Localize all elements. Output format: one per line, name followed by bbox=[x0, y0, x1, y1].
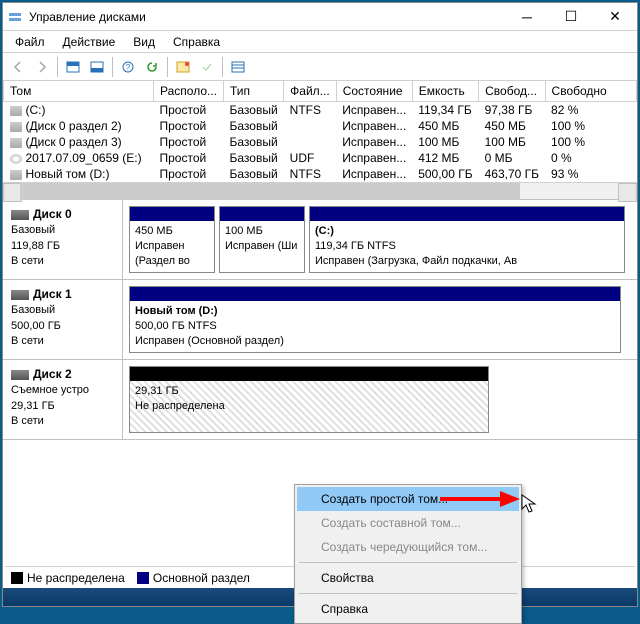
table-header: Том Располо... Тип Файл... Состояние Емк… bbox=[4, 81, 637, 102]
disk-info[interactable]: Диск 1Базовый500,00 ГБВ сети bbox=[3, 280, 123, 359]
toolbar: ? bbox=[3, 53, 637, 81]
menu-file[interactable]: Файл bbox=[7, 33, 53, 51]
col-layout[interactable]: Располо... bbox=[154, 81, 224, 102]
menu-help[interactable]: Справка bbox=[165, 33, 228, 51]
volume-hscrollbar[interactable] bbox=[3, 182, 637, 199]
legend-primary-icon bbox=[137, 572, 149, 584]
disk-row: Диск 0Базовый119,88 ГБВ сети450 МБИсправ… bbox=[3, 200, 637, 280]
volume-icon bbox=[10, 122, 22, 132]
disk-row: Диск 1Базовый500,00 ГБВ сетиНовый том (D… bbox=[3, 280, 637, 360]
partition-body: (C:)119,34 ГБ NTFSИсправен (Загрузка, Фа… bbox=[310, 221, 624, 272]
volume-row[interactable]: (Диск 0 раздел 2)ПростойБазовыйИсправен.… bbox=[4, 118, 637, 134]
minimize-button[interactable]: ─ bbox=[505, 3, 549, 31]
menu-item: Создать составной том... bbox=[297, 511, 519, 535]
menu-separator bbox=[299, 562, 517, 563]
window-title: Управление дисками bbox=[29, 10, 505, 24]
app-icon bbox=[7, 9, 23, 25]
partition-body: Новый том (D:)500,00 ГБ NTFSИсправен (Ос… bbox=[130, 301, 620, 352]
settings-button[interactable] bbox=[172, 56, 194, 78]
partition[interactable]: (C:)119,34 ГБ NTFSИсправен (Загрузка, Фа… bbox=[309, 206, 625, 273]
list-view-button[interactable] bbox=[227, 56, 249, 78]
action-button bbox=[196, 56, 218, 78]
disk-info[interactable]: Диск 0Базовый119,88 ГБВ сети bbox=[3, 200, 123, 279]
view-bottom-button[interactable] bbox=[86, 56, 108, 78]
titlebar[interactable]: Управление дисками ─ ☐ ✕ bbox=[3, 3, 637, 31]
disk-row: Диск 2Съемное устро29,31 ГБВ сети29,31 Г… bbox=[3, 360, 637, 440]
col-fs[interactable]: Файл... bbox=[284, 81, 337, 102]
volume-list: Том Располо... Тип Файл... Состояние Емк… bbox=[3, 81, 637, 200]
menu-separator bbox=[299, 593, 517, 594]
disk-icon bbox=[11, 290, 29, 300]
forward-button bbox=[31, 56, 53, 78]
menu-action[interactable]: Действие bbox=[55, 33, 124, 51]
legend-primary-label: Основной раздел bbox=[153, 571, 250, 585]
close-button[interactable]: ✕ bbox=[593, 3, 637, 31]
partition[interactable]: 450 МБИсправен (Раздел во bbox=[129, 206, 215, 273]
help-button[interactable]: ? bbox=[117, 56, 139, 78]
partition-header bbox=[310, 207, 624, 221]
partition-header bbox=[130, 207, 214, 221]
partition[interactable]: 29,31 ГБНе распределена bbox=[129, 366, 489, 433]
menubar: Файл Действие Вид Справка bbox=[3, 31, 637, 53]
volume-row[interactable]: (C:)ПростойБазовыйNTFSИсправен...119,34 … bbox=[4, 102, 637, 119]
volume-row[interactable]: Новый том (D:)ПростойБазовыйNTFSИсправен… bbox=[4, 166, 637, 182]
disk-graphical-view: Диск 0Базовый119,88 ГБВ сети450 МБИсправ… bbox=[3, 200, 637, 440]
disk-icon bbox=[11, 210, 29, 220]
col-capacity[interactable]: Емкость bbox=[412, 81, 478, 102]
volume-icon bbox=[10, 154, 22, 164]
col-status[interactable]: Состояние bbox=[336, 81, 412, 102]
menu-item[interactable]: Создать простой том... bbox=[297, 487, 519, 511]
back-button bbox=[7, 56, 29, 78]
partition-body: 450 МБИсправен (Раздел во bbox=[130, 221, 214, 272]
volume-icon bbox=[10, 138, 22, 148]
disk-icon bbox=[11, 370, 29, 380]
volume-icon bbox=[10, 106, 22, 116]
menu-view[interactable]: Вид bbox=[125, 33, 163, 51]
partition-header bbox=[220, 207, 304, 221]
col-type[interactable]: Тип bbox=[224, 81, 284, 102]
legend-unalloc-label: Не распределена bbox=[27, 571, 125, 585]
menu-item[interactable]: Свойства bbox=[297, 566, 519, 590]
menu-item[interactable]: Справка bbox=[297, 597, 519, 621]
partition[interactable]: 100 МБИсправен (Ши bbox=[219, 206, 305, 273]
menu-item: Создать чередующийся том... bbox=[297, 535, 519, 559]
col-volume[interactable]: Том bbox=[4, 81, 154, 102]
partition-header bbox=[130, 287, 620, 301]
volume-row[interactable]: 2017.07.09_0659 (E:)ПростойБазовыйUDFИсп… bbox=[4, 150, 637, 166]
legend-unalloc-icon bbox=[11, 572, 23, 584]
volume-row[interactable]: (Диск 0 раздел 3)ПростойБазовыйИсправен.… bbox=[4, 134, 637, 150]
svg-text:?: ? bbox=[126, 63, 131, 72]
refresh-button[interactable] bbox=[141, 56, 163, 78]
partition[interactable]: Новый том (D:)500,00 ГБ NTFSИсправен (Ос… bbox=[129, 286, 621, 353]
partition-body: 29,31 ГБНе распределена bbox=[130, 381, 488, 432]
partition-body: 100 МБИсправен (Ши bbox=[220, 221, 304, 272]
volume-icon bbox=[10, 170, 22, 180]
col-pct[interactable]: Свободно bbox=[545, 81, 636, 102]
col-free[interactable]: Свобод... bbox=[479, 81, 545, 102]
disk-info[interactable]: Диск 2Съемное устро29,31 ГБВ сети bbox=[3, 360, 123, 439]
maximize-button[interactable]: ☐ bbox=[549, 3, 593, 31]
view-top-button[interactable] bbox=[62, 56, 84, 78]
context-menu: Создать простой том...Создать составной … bbox=[294, 484, 522, 624]
partition-header bbox=[130, 367, 488, 381]
